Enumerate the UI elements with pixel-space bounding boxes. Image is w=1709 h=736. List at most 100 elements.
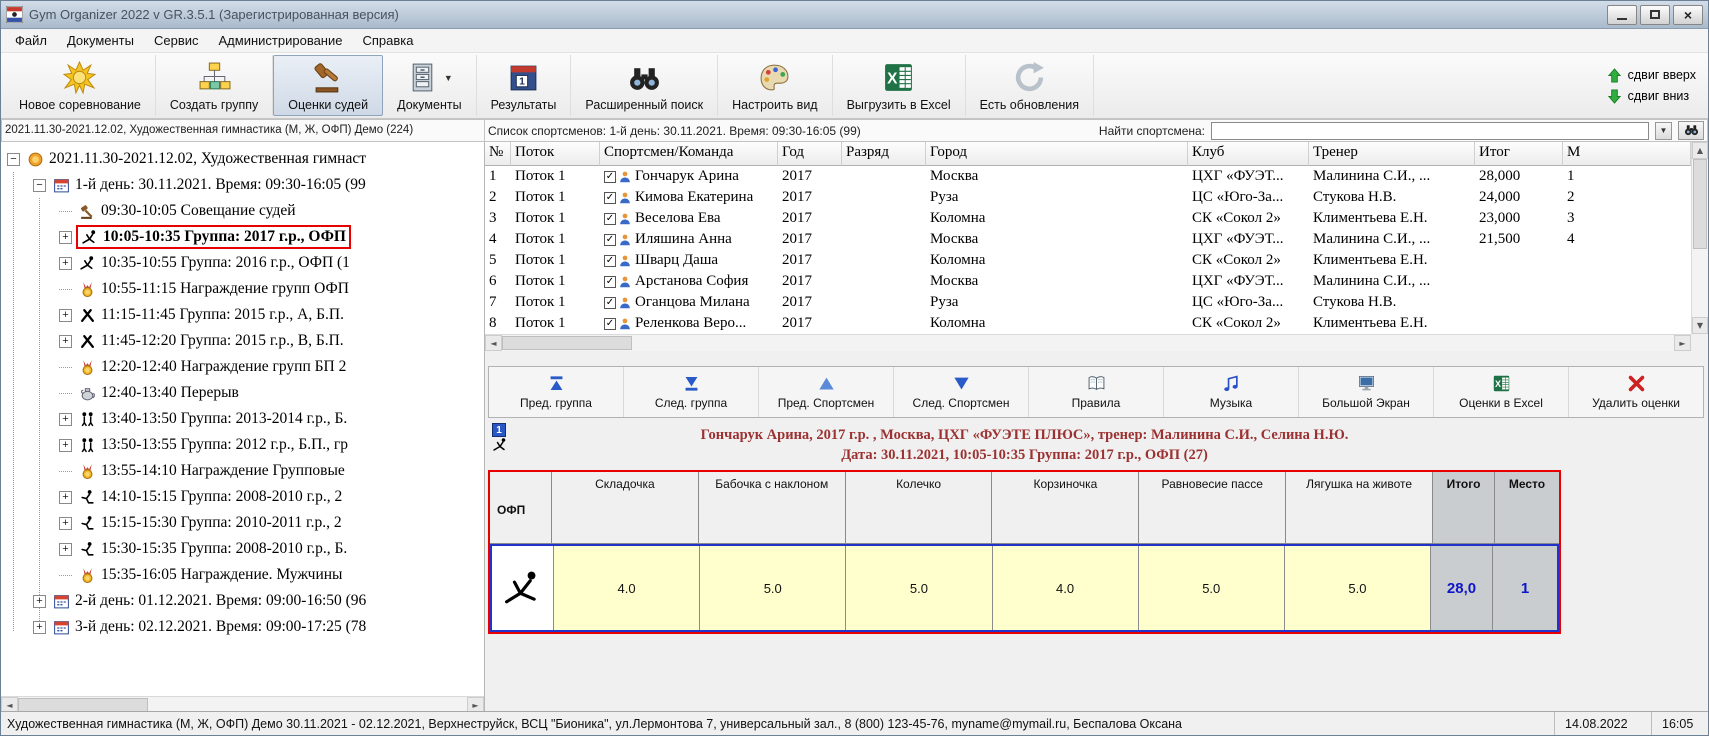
tree-item-8[interactable]: 12:20-12:40 Награждение групп БП 2	[1, 354, 484, 380]
expand-icon[interactable]: +	[59, 335, 72, 348]
toolbar-button-new-competition[interactable]: Новое соревнование	[5, 55, 156, 116]
control-button-prev-athlete[interactable]: Пред. Спортсмен	[759, 367, 894, 417]
tree-item-13[interactable]: + 14:10-15:15 Группа: 2008-2010 г.р., 2	[1, 484, 484, 510]
athlete-row-8[interactable]: 8Поток 1 ✓ Реленкова Веро...2017КоломнаС…	[485, 313, 1691, 334]
score-value[interactable]: 5.0	[846, 546, 992, 630]
column-header[interactable]: Тренер	[1309, 142, 1475, 166]
table-vertical-scrollbar[interactable]: ▲ ▼	[1691, 142, 1708, 334]
athlete-checkbox[interactable]: ✓	[604, 276, 616, 288]
expand-icon[interactable]: +	[59, 413, 72, 426]
search-dropdown-button[interactable]: ▼	[1655, 122, 1672, 140]
collapse-icon[interactable]: −	[7, 153, 20, 166]
expand-icon[interactable]: +	[59, 491, 72, 504]
athlete-checkbox[interactable]: ✓	[604, 234, 616, 246]
tree-item-0[interactable]: − 2021.11.30-2021.12.02, Художественная …	[1, 146, 484, 172]
control-button-prev-group[interactable]: Пред. группа	[489, 367, 624, 417]
athlete-checkbox[interactable]: ✓	[604, 171, 616, 183]
toolbar-button-export-excel[interactable]: X Выгрузить в Excel	[833, 55, 966, 116]
toolbar-button-advanced-search[interactable]: Расширенный поиск	[571, 55, 718, 116]
shift-down-button[interactable]: сдвиг вниз	[1607, 89, 1696, 104]
toolbar-button-results[interactable]: 1 Результаты	[477, 55, 572, 116]
athlete-row-4[interactable]: 4Поток 1 ✓ Иляшина Анна2017МоскваЦХГ «ФУ…	[485, 229, 1691, 250]
shift-up-button[interactable]: сдвиг вверх	[1607, 68, 1696, 83]
score-value[interactable]: 4.0	[554, 546, 700, 630]
tree-item-11[interactable]: + 13:50-13:55 Группа: 2012 г.р., Б.П., г…	[1, 432, 484, 458]
athlete-row-1[interactable]: 1Поток 1 ✓ Гончарук Арина2017МоскваЦХГ «…	[485, 166, 1691, 187]
score-value[interactable]: 5.0	[1285, 546, 1431, 630]
tree-item-5[interactable]: 10:55-11:15 Награждение групп ОФП	[1, 276, 484, 302]
tree-item-15[interactable]: + 15:30-15:35 Группа: 2008-2010 г.р., Б.	[1, 536, 484, 562]
score-value[interactable]: 4.0	[993, 546, 1139, 630]
toolbar-button-customize-view[interactable]: Настроить вид	[718, 55, 832, 116]
expand-icon[interactable]: +	[33, 595, 46, 608]
scroll-thumb[interactable]	[1693, 159, 1707, 249]
tree-item-18[interactable]: + 3-й день: 02.12.2021. Время: 09:00-17:…	[1, 614, 484, 640]
collapse-icon[interactable]: −	[33, 179, 46, 192]
column-header[interactable]: №	[485, 142, 511, 166]
score-value[interactable]: 5.0	[700, 546, 846, 630]
score-value[interactable]: 5.0	[1139, 546, 1285, 630]
tree-item-1[interactable]: − 1-й день: 30.11.2021. Время: 09:30-16:…	[1, 172, 484, 198]
scroll-left-icon[interactable]: ◄	[485, 335, 502, 351]
athlete-row-6[interactable]: 6Поток 1 ✓ Арстанова София2017МоскваЦХГ …	[485, 271, 1691, 292]
tree-item-3[interactable]: + 10:05-10:35 Группа: 2017 г.р., ОФП	[1, 224, 484, 250]
control-button-scores-excel[interactable]: X Оценки в Excel	[1434, 367, 1569, 417]
scroll-thumb[interactable]	[18, 698, 148, 712]
expand-icon[interactable]: +	[59, 257, 72, 270]
tree-item-10[interactable]: + 13:40-13:50 Группа: 2013-2014 г.р., Б.	[1, 406, 484, 432]
tree-item-16[interactable]: 15:35-16:05 Награждение. Мужчины	[1, 562, 484, 588]
control-button-music[interactable]: Музыка	[1164, 367, 1299, 417]
control-button-next-group[interactable]: След. группа	[624, 367, 759, 417]
toolbar-button-updates[interactable]: Есть обновления	[966, 55, 1094, 116]
expand-icon[interactable]: +	[59, 439, 72, 452]
column-header[interactable]: М	[1563, 142, 1691, 166]
athlete-row-7[interactable]: 7Поток 1 ✓ Оганцова Милана2017РузаЦС «Юг…	[485, 292, 1691, 313]
menu-item-help[interactable]: Справка	[352, 29, 423, 52]
column-header[interactable]: Спортсмен/Команда	[600, 142, 778, 166]
tree-item-6[interactable]: + 11:15-11:45 Группа: 2015 г.р., А, Б.П.	[1, 302, 484, 328]
control-button-big-screen[interactable]: Большой Экран	[1299, 367, 1434, 417]
control-button-rules[interactable]: Правила	[1029, 367, 1164, 417]
menu-item-administration[interactable]: Администрирование	[209, 29, 353, 52]
toolbar-button-create-group[interactable]: Создать группу	[156, 55, 273, 116]
menu-item-service[interactable]: Сервис	[144, 29, 209, 52]
column-header[interactable]: Год	[778, 142, 842, 166]
column-header[interactable]: Разряд	[842, 142, 926, 166]
tree-item-12[interactable]: 13:55-14:10 Награждение Групповые	[1, 458, 484, 484]
find-athlete-button[interactable]	[1678, 121, 1704, 140]
scroll-right-icon[interactable]: ►	[1674, 335, 1691, 351]
tree-item-7[interactable]: + 11:45-12:20 Группа: 2015 г.р., В, Б.П.	[1, 328, 484, 354]
athlete-checkbox[interactable]: ✓	[604, 297, 616, 309]
column-header[interactable]: Город	[926, 142, 1188, 166]
tree-item-14[interactable]: + 15:15-15:30 Группа: 2010-2011 г.р., 2	[1, 510, 484, 536]
chevron-down-icon[interactable]: ▼	[444, 73, 453, 83]
scroll-thumb[interactable]	[502, 336, 632, 350]
athlete-checkbox[interactable]: ✓	[604, 213, 616, 225]
athlete-checkbox[interactable]: ✓	[604, 318, 616, 330]
expand-icon[interactable]: +	[33, 621, 46, 634]
column-header[interactable]: Поток	[511, 142, 600, 166]
control-button-delete-scores[interactable]: Удалить оценки	[1569, 367, 1703, 417]
tree-item-4[interactable]: + 10:35-10:55 Группа: 2016 г.р., ОФП (1	[1, 250, 484, 276]
column-header[interactable]: Клуб	[1188, 142, 1309, 166]
menu-item-file[interactable]: Файл	[5, 29, 57, 52]
titlebar[interactable]: Gym Organizer 2022 v GR.3.5.1 (Зарегистр…	[1, 1, 1708, 29]
menu-item-documents[interactable]: Документы	[57, 29, 144, 52]
maximize-button[interactable]	[1640, 5, 1670, 25]
athlete-row-3[interactable]: 3Поток 1 ✓ Веселова Ева2017КоломнаСК «Со…	[485, 208, 1691, 229]
toolbar-button-documents[interactable]: ▼ Документы	[383, 55, 476, 116]
search-athlete-input[interactable]	[1211, 122, 1649, 140]
control-button-next-athlete[interactable]: След. Спортсмен	[894, 367, 1029, 417]
tree-item-9[interactable]: 12:40-13:40 Перерыв	[1, 380, 484, 406]
expand-icon[interactable]: +	[59, 517, 72, 530]
athlete-row-2[interactable]: 2Поток 1 ✓ Кимова Екатерина2017РузаЦС «Ю…	[485, 187, 1691, 208]
minimize-button[interactable]	[1607, 5, 1637, 25]
expand-icon[interactable]: +	[59, 309, 72, 322]
expand-icon[interactable]: +	[59, 231, 72, 244]
athlete-checkbox[interactable]: ✓	[604, 255, 616, 267]
close-button[interactable]: ×	[1673, 5, 1703, 25]
table-horizontal-scrollbar[interactable]: ◄ ►	[485, 334, 1691, 351]
tree-item-2[interactable]: 09:30-10:05 Совещание судей	[1, 198, 484, 224]
column-header[interactable]: Итог	[1475, 142, 1563, 166]
tree-item-17[interactable]: + 2-й день: 01.12.2021. Время: 09:00-16:…	[1, 588, 484, 614]
